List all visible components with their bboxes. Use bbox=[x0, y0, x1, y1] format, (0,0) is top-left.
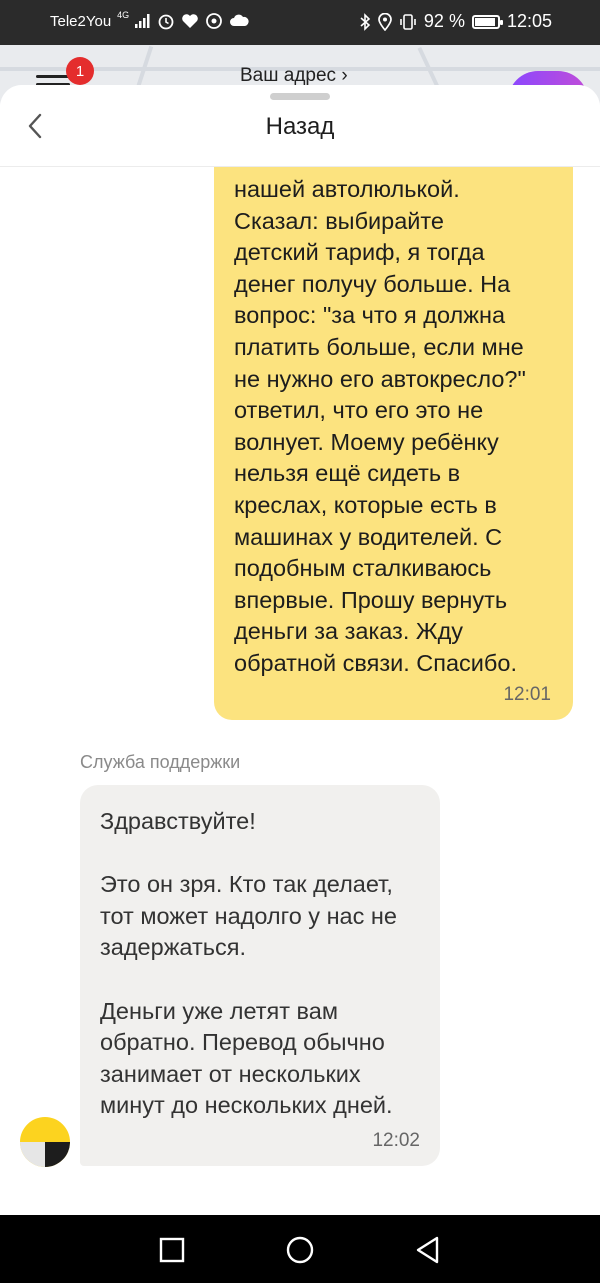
carrier-name: Tele2You bbox=[50, 12, 112, 30]
back-title[interactable]: Назад bbox=[0, 113, 600, 141]
battery-icon bbox=[471, 14, 503, 29]
cloud-icon bbox=[229, 14, 249, 28]
notification-badge: 1 bbox=[66, 57, 94, 85]
support-sender-label: Служба поддержки bbox=[80, 752, 241, 772]
bluetooth-icon bbox=[359, 12, 371, 31]
location-icon bbox=[378, 12, 392, 31]
clock: 12:05 bbox=[506, 11, 552, 31]
support-message: Здравствуйте! Это он зря. Кто так делает… bbox=[80, 785, 440, 1166]
home-icon[interactable] bbox=[285, 1235, 315, 1265]
support-avatar bbox=[20, 1117, 70, 1167]
back-icon[interactable] bbox=[413, 1235, 443, 1265]
whatsapp-icon bbox=[205, 12, 223, 30]
support-message-text: Здравствуйте! Это он зря. Кто так делает… bbox=[100, 808, 397, 1119]
health-icon bbox=[181, 13, 199, 29]
battery-percent: 92 % bbox=[423, 11, 465, 31]
alarm-icon bbox=[157, 12, 175, 30]
chat-header: Назад bbox=[0, 85, 600, 167]
recent-apps-icon[interactable] bbox=[157, 1235, 187, 1265]
status-bar: Tele2You 4G 92 % 12:05 bbox=[0, 0, 600, 45]
vibrate-icon bbox=[399, 13, 417, 31]
navigation-bar bbox=[0, 1215, 600, 1283]
network-type: 4G bbox=[117, 10, 130, 20]
address-link[interactable]: Ваш адрес › bbox=[240, 65, 348, 87]
sheet-grabber[interactable] bbox=[270, 93, 330, 100]
status-left: Tele2You 4G bbox=[50, 10, 249, 30]
status-right: 92 % 12:05 bbox=[359, 11, 552, 32]
signal-icon bbox=[135, 14, 151, 28]
battery-level bbox=[474, 17, 496, 26]
chat-sheet: нашей автолюлькой. Сказал: выбирайте дет… bbox=[0, 85, 600, 1215]
user-message-time: 12:01 bbox=[503, 684, 551, 705]
user-message: нашей автолюлькой. Сказал: выбирайте дет… bbox=[214, 115, 573, 720]
support-message-time: 12:02 bbox=[372, 1130, 420, 1151]
user-message-text: нашей автолюлькой. Сказал: выбирайте дет… bbox=[234, 176, 526, 676]
screen: Tele2You 4G 92 % 12:05 1 Ваш адрес › наш… bbox=[0, 0, 600, 1283]
